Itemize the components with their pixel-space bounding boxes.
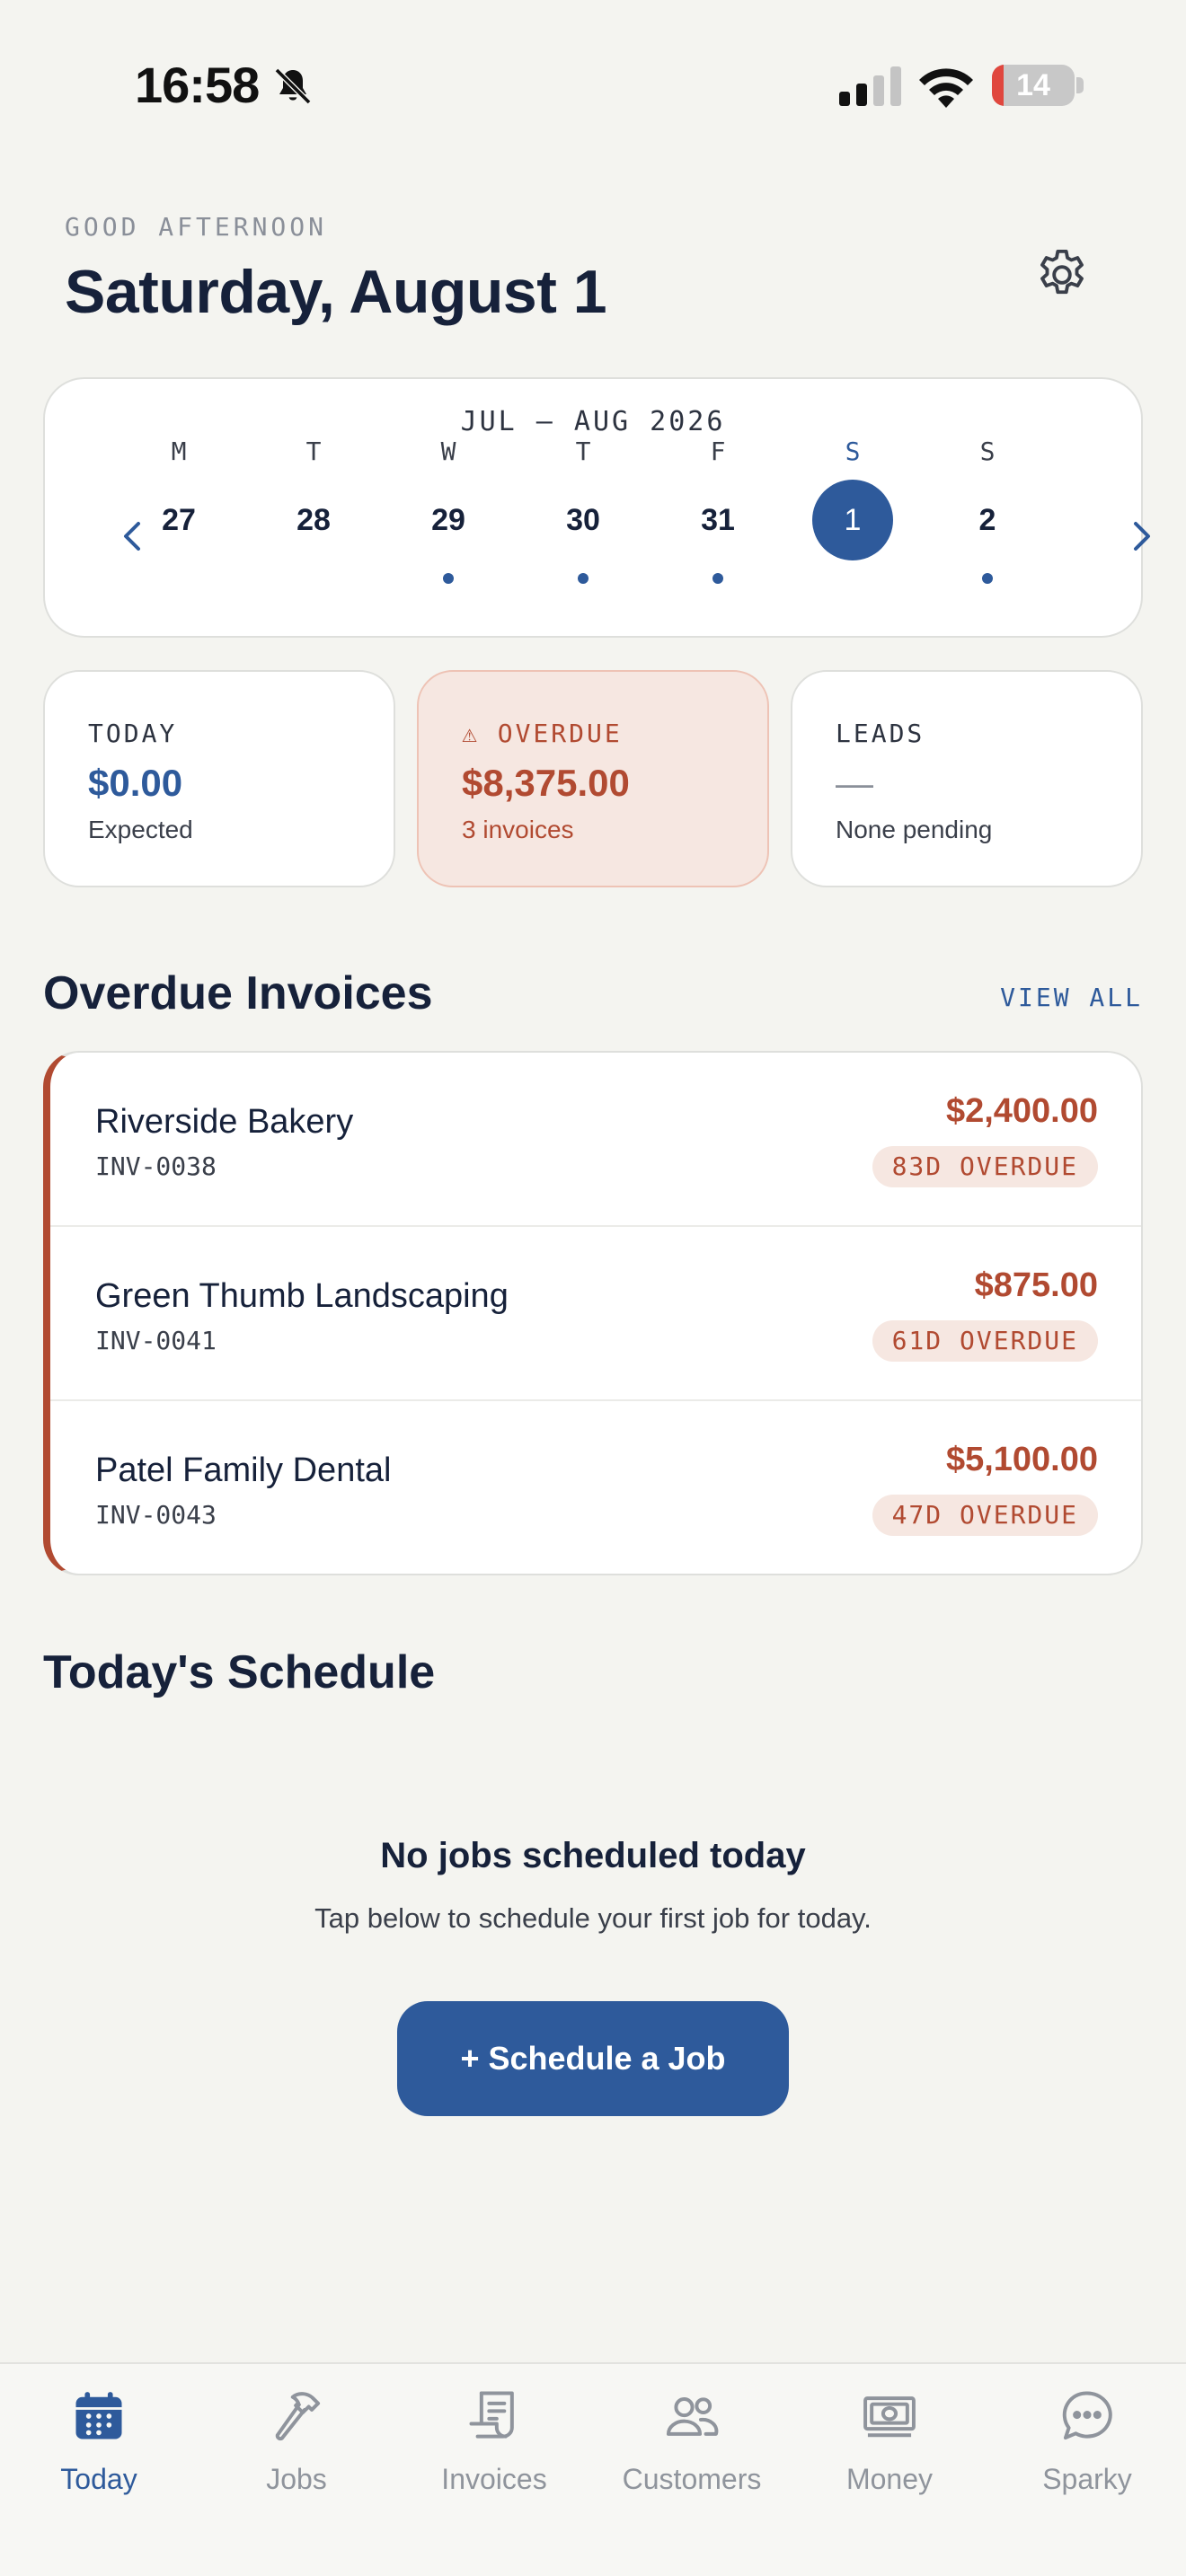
page-title: Saturday, August 1: [65, 258, 607, 326]
stat-value: $0.00: [88, 762, 183, 804]
calendar-day[interactable]: T 28: [260, 437, 367, 616]
tab-today[interactable]: Today: [0, 2364, 198, 2526]
calendar-day[interactable]: S1: [799, 437, 907, 616]
stat-sub: Expected: [88, 816, 193, 843]
calendar-date: 2: [978, 503, 996, 537]
tab-sparky[interactable]: Sparky: [988, 2364, 1186, 2526]
invoice-amount: $875.00: [974, 1266, 1098, 1304]
people-icon: [666, 2397, 719, 2436]
calendar-day-of-week: T: [305, 437, 322, 466]
calendar-icon: [75, 2392, 122, 2439]
calendar-day[interactable]: T 30: [529, 437, 637, 616]
calendar-day-of-week: W: [440, 437, 456, 466]
schedule-title: Today's Schedule: [43, 1646, 436, 1698]
invoice-customer: Riverside Bakery: [95, 1103, 354, 1141]
calendar-date: 1: [812, 480, 893, 560]
stat-card-today[interactable]: TODAY $0.00 Expected: [43, 670, 395, 887]
invoice-row[interactable]: Green Thumb Landscaping INV-0041 $875.00…: [50, 1227, 1141, 1401]
schedule-job-button[interactable]: + Schedule a Job: [397, 2001, 789, 2116]
calendar-job-dot: [578, 573, 589, 584]
calendar-date: 28: [296, 503, 331, 537]
status-bar: 16:58 14: [0, 0, 1186, 171]
calendar-day-of-week: M: [171, 437, 187, 466]
status-time: 16:58: [135, 57, 260, 113]
stat-value: —: [836, 762, 873, 804]
stat-sub: 3 invoices: [462, 816, 574, 843]
overdue-badge: 83D OVERDUE: [872, 1146, 1098, 1187]
tab-label: Money: [845, 2463, 934, 2495]
calendar-day[interactable]: S2: [934, 437, 1041, 616]
cellular-signal-icon: [839, 66, 901, 106]
invoice-number: INV-0043: [95, 1500, 217, 1530]
stat-label: LEADS: [836, 719, 925, 748]
calendar-date: 29: [431, 503, 465, 537]
tab-label: Jobs: [266, 2463, 327, 2495]
chat-bubble-icon: [1062, 2391, 1112, 2440]
stat-card-leads[interactable]: LEADS — None pending: [791, 670, 1143, 887]
invoice-customer: Patel Family Dental: [95, 1451, 392, 1489]
tab-customers[interactable]: Customers: [593, 2364, 791, 2526]
stat-label: ⚠ OVERDUE: [462, 719, 623, 748]
overdue-invoices-list: Riverside Bakery INV-0038 $2,400.00 83D …: [43, 1051, 1143, 1575]
banknote-icon: [863, 2396, 916, 2438]
invoice-customer: Green Thumb Landscaping: [95, 1277, 509, 1315]
invoice-amount: $5,100.00: [945, 1441, 1098, 1478]
wifi-icon: [919, 68, 973, 108]
tab-label: Sparky: [1042, 2463, 1132, 2495]
calendar-date: 31: [701, 503, 735, 537]
calendar-day[interactable]: W 29: [394, 437, 502, 616]
stat-sub: None pending: [836, 816, 993, 843]
next-week-button[interactable]: [1120, 514, 1164, 559]
calendar-job-dot: [443, 573, 454, 584]
calendar-day-of-week: S: [845, 437, 861, 466]
tab-label: Invoices: [441, 2463, 547, 2495]
tab-money[interactable]: Money: [791, 2364, 988, 2526]
invoice-amount: $2,400.00: [945, 1092, 1098, 1130]
overdue-badge: 47D OVERDUE: [872, 1495, 1098, 1536]
calendar-day[interactable]: F 31: [664, 437, 772, 616]
invoice-row[interactable]: Riverside Bakery INV-0038 $2,400.00 83D …: [50, 1053, 1141, 1227]
invoice-number: INV-0041: [95, 1326, 217, 1355]
bell-slash-icon: [274, 67, 312, 105]
calendar-day-of-week: S: [979, 437, 996, 466]
stat-label: TODAY: [88, 719, 178, 748]
stat-card-overdue[interactable]: ⚠ OVERDUE $8,375.00 3 invoices: [417, 670, 769, 887]
receipt-icon: [469, 2391, 514, 2439]
view-all-link[interactable]: VIEW ALL: [952, 983, 1143, 1012]
calendar-day-of-week: F: [710, 437, 726, 466]
week-calendar: JUL – AUG 2026 M 27 T 28 W 29 T 30 F 31 S 1 S 2: [43, 377, 1150, 638]
tab-label: Today: [60, 2463, 137, 2495]
tab-jobs[interactable]: Jobs: [198, 2364, 395, 2526]
battery-cap: [1076, 77, 1084, 93]
calendar-job-dot: [982, 573, 993, 584]
tab-label: Customers: [622, 2463, 762, 2495]
calendar-range-label: JUL – AUG 2026: [460, 406, 726, 437]
invoice-row[interactable]: Patel Family Dental INV-0043 $5,100.00 4…: [50, 1401, 1141, 1574]
empty-schedule-title: No jobs scheduled today: [380, 1836, 806, 1875]
tab-invoices[interactable]: Invoices: [395, 2364, 593, 2526]
chevron-right-icon: [1134, 522, 1150, 551]
empty-schedule-subtitle: Tap below to schedule your first job for…: [314, 1902, 872, 1934]
overdue-badge: 61D OVERDUE: [872, 1320, 1098, 1362]
gear-icon: [1040, 249, 1084, 295]
calendar-date: 27: [162, 503, 196, 537]
greeting: GOOD AFTERNOON: [65, 212, 328, 242]
calendar-date: 30: [566, 503, 600, 537]
calendar-day[interactable]: M 27: [125, 437, 233, 616]
hammer-icon: [275, 2392, 321, 2441]
battery-indicator: 14: [992, 65, 1075, 106]
stat-value: $8,375.00: [462, 762, 630, 804]
battery-level: 14: [1016, 68, 1050, 102]
invoice-number: INV-0038: [95, 1151, 217, 1181]
overdue-invoices-title: Overdue Invoices: [43, 967, 433, 1019]
calendar-day-of-week: T: [575, 437, 591, 466]
settings-button[interactable]: [1024, 237, 1100, 313]
tab-bar: Today Jobs Invoices Customers Money Spar…: [0, 2362, 1186, 2576]
calendar-job-dot: [712, 573, 723, 584]
